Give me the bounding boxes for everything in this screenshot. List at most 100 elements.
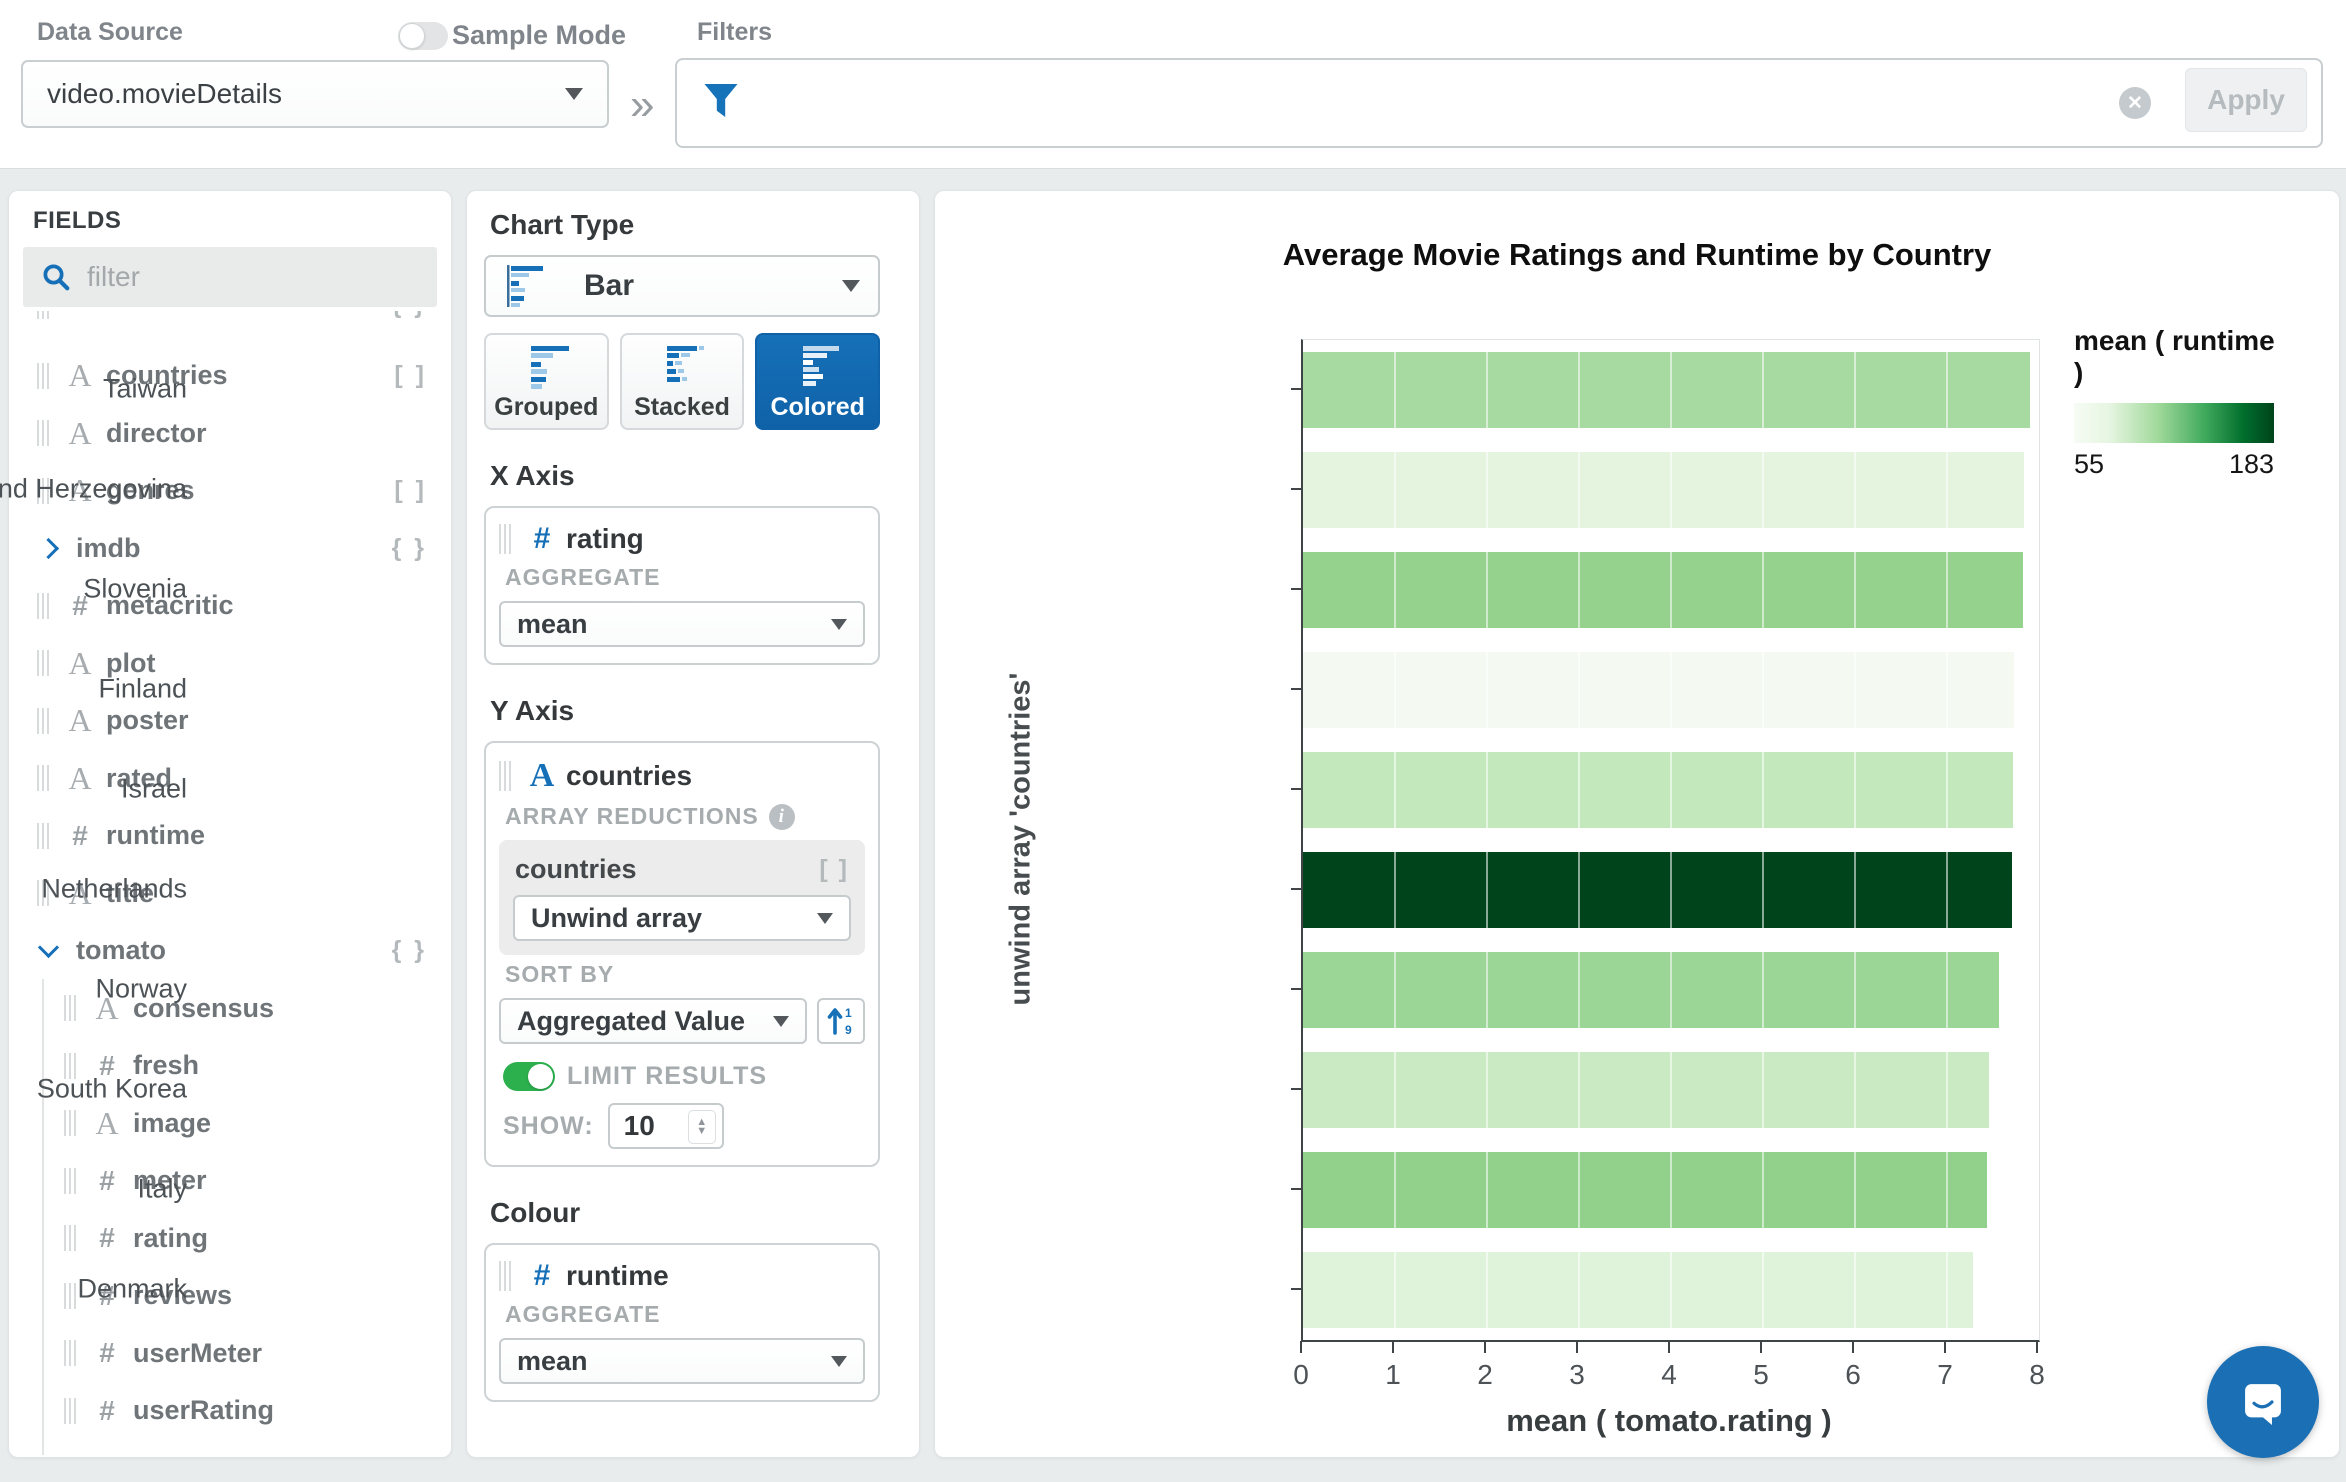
svg-text:9: 9 bbox=[845, 1023, 852, 1037]
y-tick-label: Netherlands bbox=[41, 873, 187, 904]
chevron-right-icon[interactable] bbox=[37, 537, 60, 559]
data-source-label: Data Source bbox=[37, 18, 183, 46]
y-tick-mark bbox=[1291, 688, 1301, 690]
string-type-icon: A bbox=[68, 414, 92, 451]
chevron-down-icon bbox=[842, 280, 860, 292]
y-tick-label: Slovenia bbox=[83, 573, 187, 604]
field-row-userRating[interactable]: # userRating bbox=[9, 1382, 449, 1440]
x-tick-mark bbox=[1668, 1341, 1670, 1353]
filter-placeholder: filter bbox=[87, 261, 140, 292]
x-tick-label: 5 bbox=[1753, 1359, 1769, 1390]
fields-title: FIELDS bbox=[33, 207, 122, 234]
field-name: imdb bbox=[76, 532, 141, 563]
x-tick-label: 8 bbox=[2029, 1359, 2045, 1390]
chart-type-heading: Chart Type bbox=[490, 209, 635, 240]
drag-handle[interactable] bbox=[499, 761, 512, 791]
y-tick-label: Norway bbox=[95, 973, 187, 1004]
colour-aggregate-select[interactable]: mean bbox=[499, 1338, 865, 1384]
x-tick-mark bbox=[1760, 1341, 1762, 1353]
colour-field-name: runtime bbox=[566, 1260, 669, 1291]
limit-results-toggle[interactable] bbox=[503, 1062, 555, 1091]
chevron-down-icon bbox=[831, 618, 847, 630]
number-type-icon: # bbox=[99, 1394, 115, 1426]
number-type-icon: # bbox=[99, 1222, 115, 1254]
number-type-icon: # bbox=[533, 522, 551, 555]
drag-handle[interactable] bbox=[64, 1397, 77, 1424]
x-axis-field-chip[interactable]: # rating bbox=[499, 522, 865, 556]
mode-button-stacked[interactable]: Stacked bbox=[619, 333, 745, 430]
chart-type-value: Bar bbox=[584, 269, 635, 302]
x-tick-mark bbox=[1576, 1341, 1578, 1353]
field-row-rating[interactable]: # rating bbox=[9, 1210, 449, 1268]
clipped-field-row-bottom: # bbox=[9, 1440, 449, 1455]
filters-input[interactable]: ✕ Apply bbox=[675, 58, 2323, 148]
x-tick-label: 4 bbox=[1661, 1359, 1677, 1390]
legend-title: mean ( runtime ) bbox=[2074, 325, 2275, 388]
drag-handle[interactable] bbox=[37, 707, 50, 734]
mode-button-grouped[interactable]: Grouped bbox=[484, 333, 609, 430]
drag-handle[interactable] bbox=[499, 524, 512, 554]
color-legend: mean ( runtime ) 55 183 bbox=[2074, 325, 2284, 480]
field-row-userMeter[interactable]: # userMeter bbox=[9, 1325, 449, 1383]
y-tick-mark bbox=[1291, 988, 1301, 990]
bar-Italy bbox=[1303, 1152, 1987, 1228]
x-axis-field-name: rating bbox=[566, 523, 644, 554]
x-tick-label: 1 bbox=[1385, 1359, 1401, 1390]
clear-filter-icon[interactable]: ✕ bbox=[2119, 87, 2151, 119]
drag-handle[interactable] bbox=[64, 1110, 77, 1137]
sort-by-select[interactable]: Aggregated Value bbox=[499, 998, 807, 1044]
colour-heading: Colour bbox=[490, 1197, 581, 1228]
stacked-bar-icon bbox=[667, 346, 704, 382]
drag-handle[interactable] bbox=[37, 822, 50, 849]
grouped-bar-icon bbox=[531, 346, 570, 389]
sort-by-label: SORT BY bbox=[505, 961, 615, 987]
x-tick-mark bbox=[1944, 1341, 1946, 1353]
number-stepper[interactable]: ▲ ▼ bbox=[687, 1110, 716, 1144]
y-tick-mark bbox=[1291, 788, 1301, 790]
x-axis-heading: X Axis bbox=[490, 460, 575, 491]
chat-launcher-button[interactable] bbox=[2207, 1346, 2319, 1458]
sort-direction-button[interactable]: 1 9 bbox=[817, 998, 865, 1044]
reduction-select[interactable]: Unwind array bbox=[513, 895, 851, 941]
colour-field-chip[interactable]: # runtime bbox=[499, 1259, 865, 1293]
chart-type-select[interactable]: Bar bbox=[484, 255, 880, 317]
bar-Taiwan bbox=[1303, 352, 2030, 428]
field-row-runtime[interactable]: # runtime bbox=[9, 807, 449, 865]
info-icon[interactable]: i bbox=[768, 803, 795, 830]
x-tick-label: 2 bbox=[1477, 1359, 1493, 1390]
field-filter-input[interactable]: filter bbox=[23, 247, 437, 307]
sort-numeric-icon: 1 9 bbox=[827, 1006, 852, 1037]
mode-button-colored[interactable]: Colored bbox=[755, 333, 881, 430]
gridline bbox=[1394, 340, 1396, 1340]
gridline bbox=[1854, 340, 1856, 1340]
chevron-down-icon bbox=[565, 88, 583, 100]
x-axis-title: mean ( tomato.rating ) bbox=[1506, 1403, 1832, 1438]
field-row-director[interactable]: Adirector bbox=[9, 405, 449, 463]
field-row-tomato[interactable]: tomato { } bbox=[9, 922, 449, 980]
search-icon bbox=[43, 264, 70, 291]
toggle-knob bbox=[399, 23, 425, 49]
bar-Israel bbox=[1303, 752, 2014, 828]
apply-button[interactable]: Apply bbox=[2185, 68, 2307, 132]
y-tick-label: Denmark bbox=[77, 1273, 187, 1304]
drag-handle[interactable] bbox=[64, 1225, 77, 1252]
data-source-select[interactable]: video.movieDetails bbox=[21, 60, 609, 128]
drag-handle[interactable] bbox=[37, 650, 50, 677]
field-row-imdb[interactable]: imdb { } bbox=[9, 520, 449, 578]
bar-Norway bbox=[1303, 952, 1999, 1028]
sample-mode-toggle[interactable] bbox=[398, 22, 448, 50]
drag-handle[interactable] bbox=[37, 420, 50, 447]
drag-handle[interactable] bbox=[64, 1340, 77, 1367]
reduction-field-name: countries bbox=[515, 854, 637, 884]
y-axis-field-chip[interactable]: A countries bbox=[499, 757, 865, 795]
y-tick-label: Italy bbox=[137, 1173, 187, 1204]
y-axis-field-name: countries bbox=[566, 760, 693, 791]
bar-Bosnia and Herzegovina bbox=[1303, 452, 2025, 528]
chevron-down-icon[interactable] bbox=[37, 937, 60, 959]
x-aggregate-select[interactable]: mean bbox=[499, 601, 865, 647]
aggregate-label: AGGREGATE bbox=[505, 1301, 661, 1327]
array-badge: [ ] bbox=[394, 476, 427, 505]
aggregate-label: AGGREGATE bbox=[505, 564, 661, 590]
drag-handle[interactable] bbox=[499, 1261, 512, 1291]
show-count-input[interactable]: 10 ▲ ▼ bbox=[607, 1103, 724, 1149]
